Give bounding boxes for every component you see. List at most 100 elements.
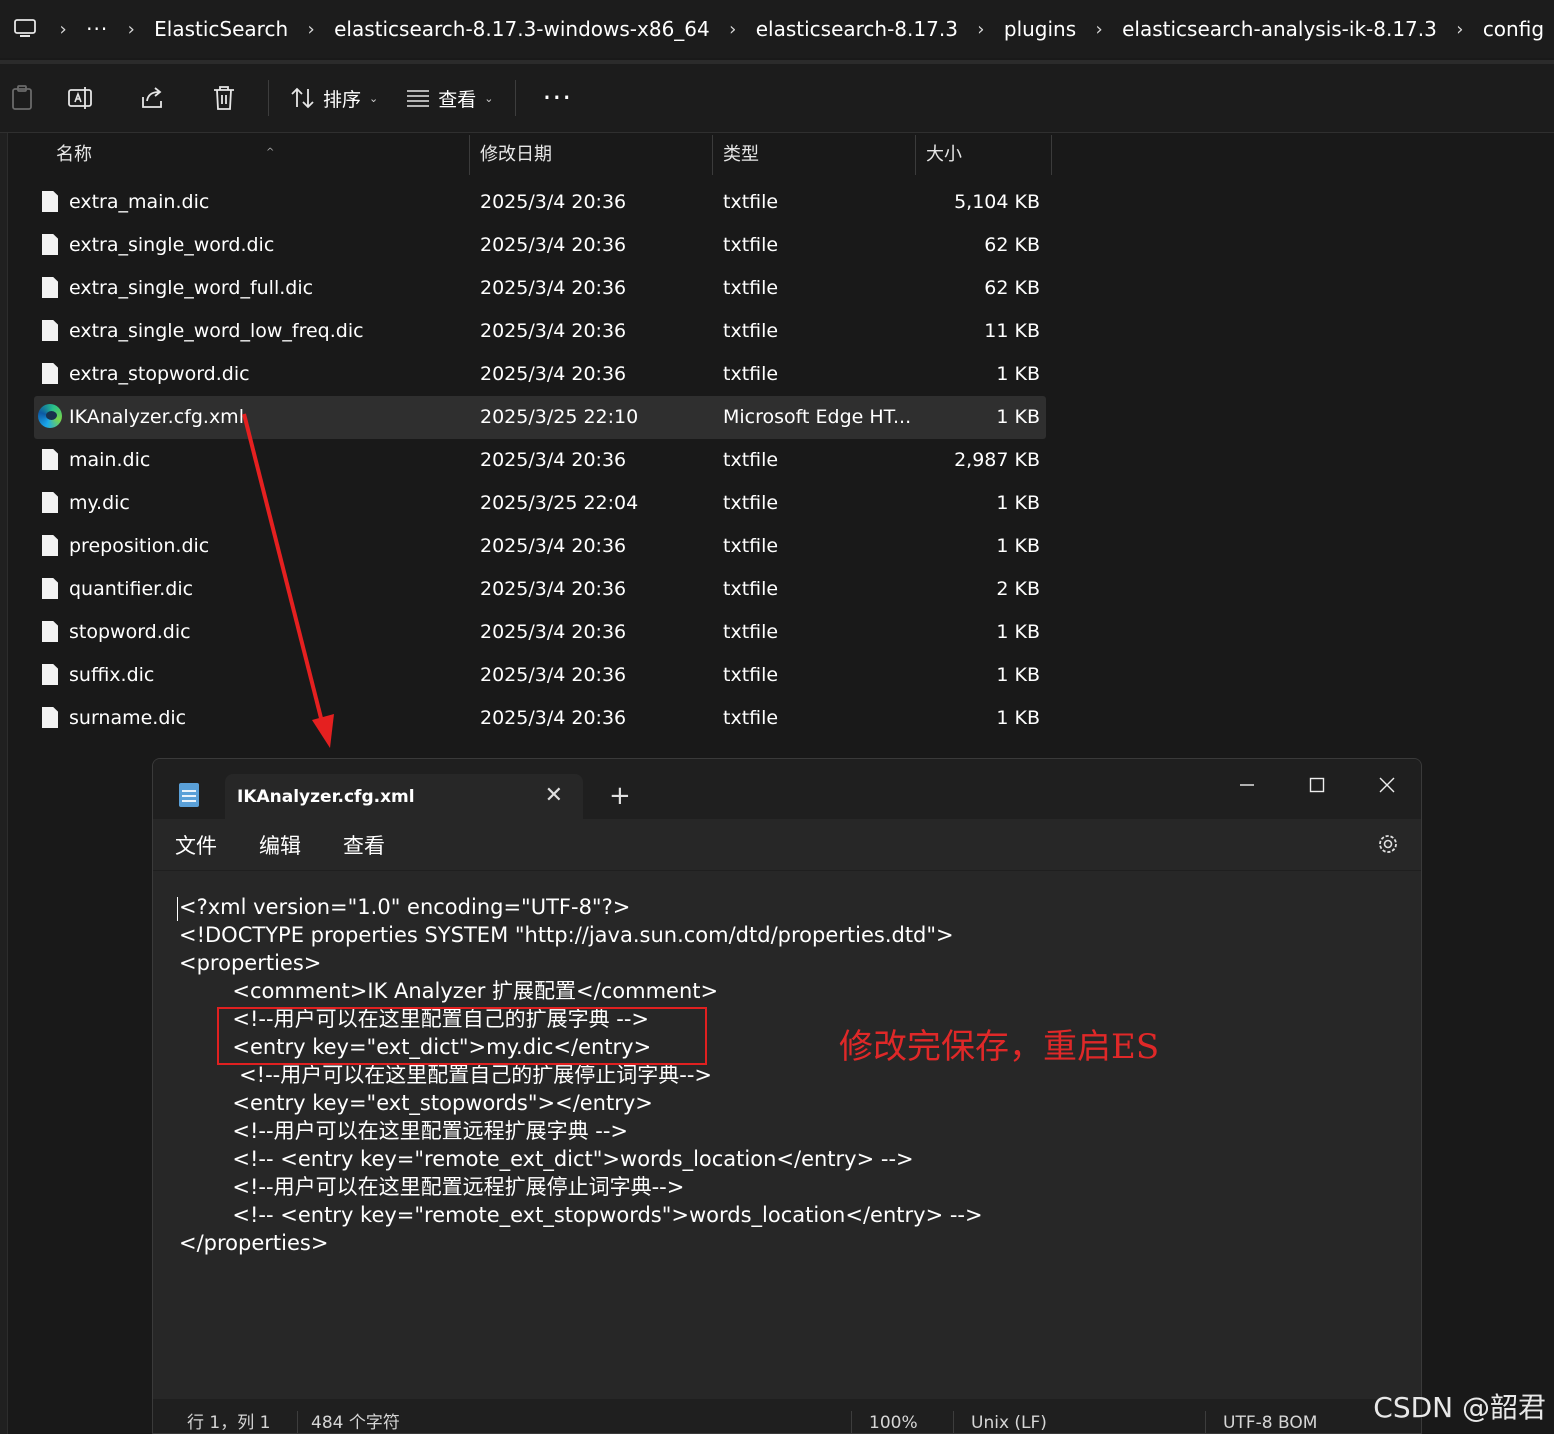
close-window-button[interactable] <box>1367 765 1407 805</box>
this-pc-icon[interactable] <box>0 0 50 58</box>
file-name: extra_single_word.dic <box>69 234 275 256</box>
status-line-ending[interactable]: Unix (LF) <box>971 1399 1047 1433</box>
command-bar: 排序 ⌄ 查看 ⌄ ··· <box>0 64 1554 132</box>
file-type: txtfile <box>723 320 779 342</box>
file-size: 2 KB <box>996 578 1040 600</box>
file-row[interactable]: suffix.dic 2025/3/4 20:36 txtfile 1 KB <box>34 654 1046 697</box>
sort-label: 排序 <box>323 88 362 111</box>
share-button[interactable] <box>116 64 188 132</box>
file-modified: 2025/3/4 20:36 <box>480 363 627 385</box>
file-size: 1 KB <box>996 363 1040 385</box>
code-line: <?xml version="1.0" encoding="UTF-8"?> <box>179 895 631 919</box>
file-type: txtfile <box>723 535 779 557</box>
file-modified: 2025/3/4 20:36 <box>480 578 627 600</box>
edge-icon <box>38 404 62 428</box>
settings-gear-icon[interactable] <box>1375 831 1401 857</box>
breadcrumb-item-windows-dist[interactable]: elasticsearch-8.17.3-windows-x86_64 <box>324 17 720 41</box>
notepad-window: IKAnalyzer.cfg.xml ✕ + 文件 编辑 查看 <?xml ve… <box>152 758 1422 1434</box>
file-row[interactable]: stopword.dic 2025/3/4 20:36 txtfile 1 KB <box>34 611 1046 654</box>
notepad-icon <box>179 783 199 807</box>
chevron-down-icon: ⌄ <box>484 91 494 105</box>
breadcrumb-overflow[interactable]: ··· <box>76 17 118 41</box>
file-modified: 2025/3/4 20:36 <box>480 707 627 729</box>
minimize-button[interactable] <box>1227 765 1267 805</box>
divider <box>515 80 517 116</box>
file-row[interactable]: extra_single_word.dic 2025/3/4 20:36 txt… <box>34 224 1046 267</box>
close-tab-icon[interactable]: ✕ <box>545 774 563 818</box>
file-size: 1 KB <box>996 535 1040 557</box>
file-row[interactable]: extra_single_word_full.dic 2025/3/4 20:3… <box>34 267 1046 310</box>
file-row[interactable]: extra_single_word_low_freq.dic 2025/3/4 … <box>34 310 1046 353</box>
column-header-size[interactable]: 大小 <box>916 135 1052 175</box>
file-row[interactable]: surname.dic 2025/3/4 20:36 txtfile 1 KB <box>34 697 1046 740</box>
menu-view[interactable]: 查看 <box>343 819 385 873</box>
delete-button[interactable] <box>188 64 260 132</box>
editor-content[interactable]: <?xml version="1.0" encoding="UTF-8"?> <!… <box>179 893 983 1257</box>
document-icon <box>42 191 60 213</box>
file-row[interactable]: preposition.dic 2025/3/4 20:36 txtfile 1… <box>34 525 1046 568</box>
file-size: 1 KB <box>996 707 1040 729</box>
navigation-pane-edge[interactable] <box>0 133 8 1434</box>
rename-button[interactable] <box>44 64 116 132</box>
maximize-button[interactable] <box>1297 765 1337 805</box>
status-char-count: 484 个字符 <box>311 1413 400 1433</box>
file-row[interactable]: my.dic 2025/3/25 22:04 txtfile 1 KB <box>34 482 1046 525</box>
divider <box>851 1411 852 1433</box>
file-name: my.dic <box>69 492 130 514</box>
file-type: txtfile <box>723 664 779 686</box>
file-size: 1 KB <box>996 621 1040 643</box>
file-type: txtfile <box>723 578 779 600</box>
code-line: <!-- <entry key="remote_ext_dict">words_… <box>179 1147 914 1171</box>
sort-menu-button[interactable]: 排序 ⌄ <box>277 64 392 132</box>
file-row[interactable]: extra_main.dic 2025/3/4 20:36 txtfile 5,… <box>34 181 1046 224</box>
chevron-right-icon: › <box>307 18 315 40</box>
column-header-name[interactable]: 名称 ^ <box>46 135 470 175</box>
file-row[interactable]: quantifier.dic 2025/3/4 20:36 txtfile 2 … <box>34 568 1046 611</box>
menu-file[interactable]: 文件 <box>175 819 217 873</box>
file-type: txtfile <box>723 621 779 643</box>
file-type: txtfile <box>723 191 779 213</box>
code-line: <comment>IK Analyzer 扩展配置</comment> <box>179 979 719 1003</box>
text-editor[interactable]: <?xml version="1.0" encoding="UTF-8"?> <!… <box>153 871 1421 1399</box>
tab-ikanalyzer[interactable]: IKAnalyzer.cfg.xml ✕ <box>225 774 583 819</box>
column-header-modified[interactable]: 修改日期 <box>470 135 713 175</box>
document-icon <box>42 492 60 514</box>
breadcrumb: › ··· › ElasticSearch › elasticsearch-8.… <box>0 0 1554 58</box>
chevron-right-icon: › <box>729 18 737 40</box>
sort-icon <box>291 87 314 109</box>
column-name-label: 名称 <box>56 144 92 165</box>
file-type: txtfile <box>723 234 779 256</box>
breadcrumb-item-plugins[interactable]: plugins <box>994 17 1086 41</box>
menu-edit[interactable]: 编辑 <box>259 819 301 873</box>
code-line: <!-- <entry key="remote_ext_stopwords">w… <box>179 1203 983 1227</box>
chevron-right-icon: › <box>1456 18 1464 40</box>
new-tab-button[interactable]: + <box>609 781 631 811</box>
file-name: main.dic <box>69 449 151 471</box>
column-header-type[interactable]: 类型 <box>713 135 916 175</box>
file-row[interactable]: IKAnalyzer.cfg.xml 2025/3/25 22:10 Micro… <box>34 396 1046 439</box>
view-menu-button[interactable]: 查看 ⌄ <box>392 64 507 132</box>
file-row[interactable]: extra_stopword.dic 2025/3/4 20:36 txtfil… <box>34 353 1046 396</box>
breadcrumb-item-ik-plugin[interactable]: elasticsearch-analysis-ik-8.17.3 <box>1112 17 1447 41</box>
file-name: IKAnalyzer.cfg.xml <box>69 406 244 428</box>
status-encoding[interactable]: UTF-8 BOM <box>1223 1399 1317 1433</box>
file-name: suffix.dic <box>69 664 155 686</box>
file-row[interactable]: main.dic 2025/3/4 20:36 txtfile 2,987 KB <box>34 439 1046 482</box>
menu-bar: 文件 编辑 查看 <box>153 819 1421 873</box>
code-line: <properties> <box>179 951 322 975</box>
document-icon <box>42 320 60 342</box>
breadcrumb-item-config[interactable]: config <box>1473 17 1554 41</box>
file-modified: 2025/3/4 20:36 <box>480 234 627 256</box>
file-name: surname.dic <box>69 707 187 729</box>
title-bar[interactable]: IKAnalyzer.cfg.xml ✕ + <box>153 759 1421 819</box>
breadcrumb-item-version[interactable]: elasticsearch-8.17.3 <box>746 17 968 41</box>
file-size: 1 KB <box>996 492 1040 514</box>
status-zoom[interactable]: 100% <box>869 1399 918 1433</box>
document-icon <box>42 707 60 729</box>
breadcrumb-item-elasticsearch[interactable]: ElasticSearch <box>144 17 298 41</box>
document-icon <box>42 234 60 256</box>
paste-button[interactable] <box>0 64 44 132</box>
file-modified: 2025/3/25 22:04 <box>480 492 639 514</box>
more-options-button[interactable]: ··· <box>524 64 590 132</box>
annotation-highlight-box <box>217 1007 707 1065</box>
